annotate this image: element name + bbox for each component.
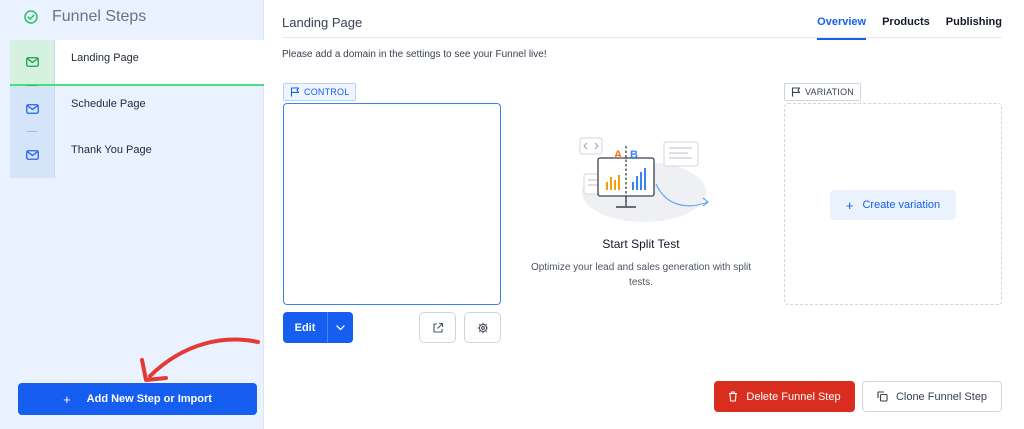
variant-b-label: B [630, 149, 638, 161]
flag-icon [290, 87, 300, 97]
mail-icon [25, 150, 39, 160]
control-badge: CONTROL [283, 83, 357, 101]
clone-funnel-step-button[interactable]: Clone Funnel Step [862, 381, 1002, 412]
step-label: Schedule Page [71, 98, 146, 110]
step-rail [10, 86, 55, 132]
split-test-title: Start Split Test [602, 237, 680, 251]
flag-icon [791, 87, 801, 97]
funnel-step-detail: Landing Page Overview Products Publishin… [282, 0, 1002, 429]
variation-placeholder: + Create variation [784, 103, 1002, 305]
check-circle-icon [24, 10, 38, 24]
step-rail [10, 132, 55, 178]
edit-button-group: Edit [283, 312, 353, 343]
control-badge-label: CONTROL [304, 87, 350, 97]
plus-icon: + [845, 197, 854, 213]
copy-icon [877, 391, 888, 402]
funnel-step-landing-page[interactable]: Landing Page [10, 40, 264, 86]
variant-a-label: A [614, 149, 622, 161]
create-variation-button[interactable]: + Create variation [830, 190, 956, 220]
split-test-description: Optimize your lead and sales generation … [530, 262, 752, 288]
chevron-down-icon [336, 324, 345, 330]
step-label: Landing Page [55, 40, 139, 84]
clone-funnel-step-label: Clone Funnel Step [895, 390, 988, 403]
funnel-step-schedule-page[interactable]: Schedule Page [10, 85, 264, 132]
split-test-illustration-icon: A B [579, 137, 709, 222]
funnel-step-list: Landing Page Schedule Page Thank You Pag… [10, 40, 264, 178]
domain-notice: Please add a domain in the settings to s… [282, 49, 547, 60]
page-title: Landing Page [282, 15, 363, 30]
control-preview[interactable] [283, 103, 501, 305]
delete-funnel-step-label: Delete Funnel Step [746, 390, 841, 403]
annotation-arrow-icon [140, 337, 260, 382]
add-new-step-label: Add New Step or Import [86, 393, 212, 405]
gear-icon [477, 322, 488, 333]
create-variation-label: Create variation [862, 199, 941, 211]
trash-icon [729, 391, 738, 402]
mail-icon [25, 57, 39, 67]
external-link-icon [432, 322, 443, 333]
plus-icon: + [63, 391, 71, 407]
variation-badge: VARIATION [784, 83, 861, 101]
header-divider [282, 37, 1002, 38]
open-preview-button[interactable] [419, 312, 456, 343]
delete-funnel-step-button[interactable]: Delete Funnel Step [714, 381, 855, 412]
sidebar-title: Funnel Steps [52, 8, 147, 25]
step-label: Thank You Page [71, 144, 152, 156]
step-settings-button[interactable] [464, 312, 501, 343]
edit-button[interactable]: Edit [283, 312, 327, 343]
step-rail [10, 40, 55, 84]
variation-badge-label: VARIATION [805, 87, 854, 97]
funnel-step-thank-you-page[interactable]: Thank You Page [10, 131, 264, 178]
mail-icon [25, 104, 39, 114]
edit-dropdown-button[interactable] [327, 312, 353, 343]
sidebar-header: Funnel Steps [0, 0, 264, 34]
